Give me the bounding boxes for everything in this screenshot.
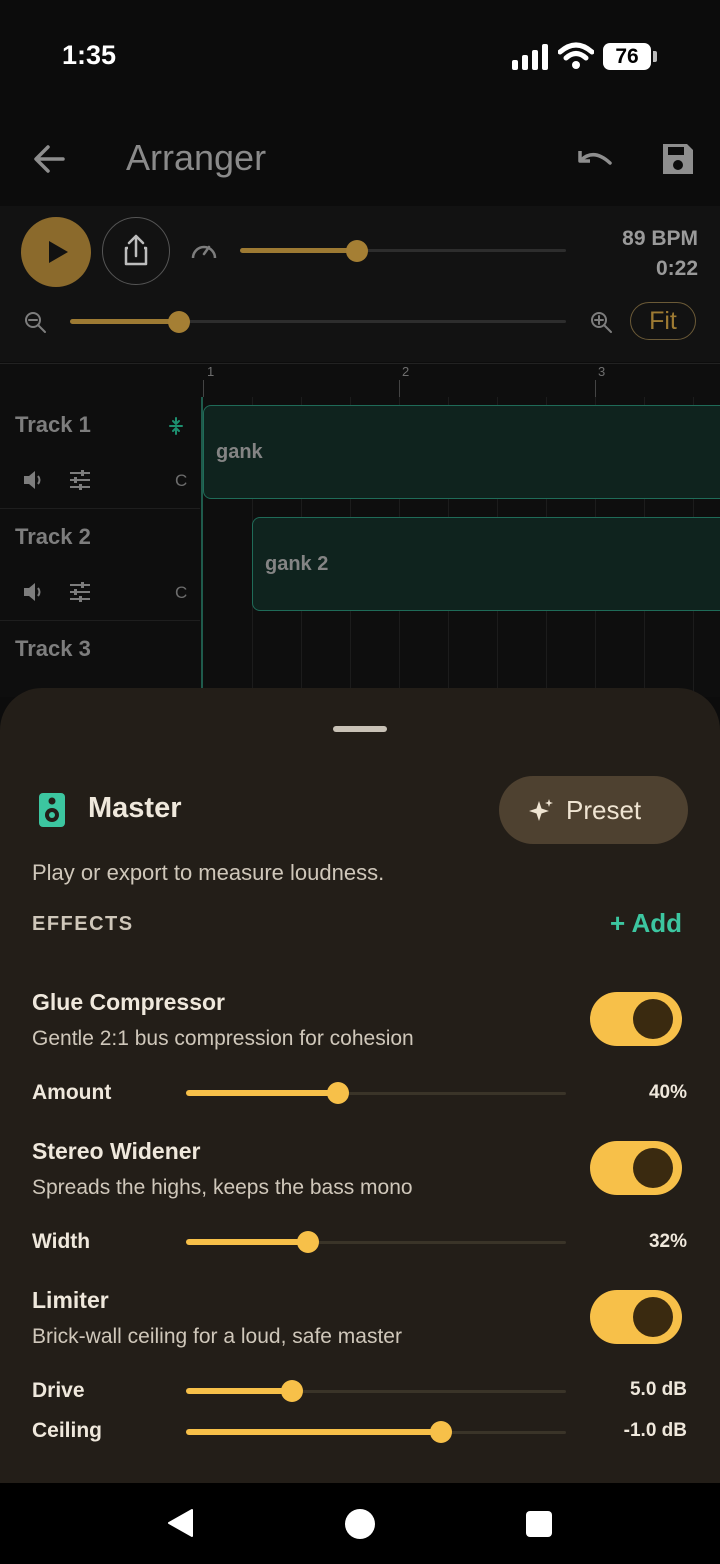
time-position: 0:22 [655,257,698,280]
add-effect-button[interactable]: + Add [610,908,682,939]
timeline-ruler [0,363,720,398]
track-name[interactable]: Track 3 [15,636,91,662]
param-value: 32% [648,1231,687,1252]
page-title: Arranger [126,137,267,178]
param-label: Amount [32,1081,112,1104]
play-icon [49,241,68,263]
ruler-tick [595,380,596,397]
effect-toggle[interactable] [590,1141,682,1195]
battery-cap [653,51,657,62]
nav-back-icon[interactable] [166,1508,194,1538]
tempo-slider-fill [240,248,358,253]
ruler-tick [203,380,204,397]
undo-icon[interactable] [574,145,616,175]
param-slider-thumb[interactable] [429,1421,452,1443]
clip-label: gank [216,441,263,463]
wifi-icon [558,42,594,69]
effect-description: Gentle 2:1 bus compression for cohesion [32,1027,414,1050]
play-button[interactable] [21,217,91,287]
effect-title: Stereo Widener [32,1138,201,1164]
param-slider-fill [186,1429,441,1435]
param-slider-fill [186,1090,338,1096]
lane-divider [0,620,200,621]
arrow-left-icon[interactable] [32,142,66,176]
master-title: Master [88,792,182,824]
clip-label: gank 2 [265,553,329,575]
track-name[interactable]: Track 1 [15,412,91,438]
effect-title: Limiter [32,1287,109,1313]
tempo-readout: 89 BPM 0:22 [622,224,698,284]
ruler-mark: 1 [207,364,215,379]
toggle-thumb [633,1148,673,1188]
loudness-hint: Play or export to measure loudness. [32,860,385,885]
effect-description: Brick-wall ceiling for a loud, safe mast… [32,1325,402,1348]
signal-icon [512,44,548,70]
zoom-slider-fill [70,319,180,324]
sheet-drag-handle[interactable] [333,726,387,732]
mixer-icon[interactable] [68,469,92,491]
effects-heading: EFFECTS [32,913,134,935]
status-time: 1:35 [62,40,117,70]
param-value: -1.0 dB [623,1420,687,1441]
effect-toggle[interactable] [590,1290,682,1344]
save-icon[interactable] [660,141,696,177]
param-slider-fill [186,1388,293,1394]
track-pan[interactable]: C [175,583,187,603]
param-slider-fill [186,1239,308,1245]
sparkle-icon [529,799,553,821]
zoom-in-icon[interactable] [590,311,614,335]
ruler-tick [399,380,400,397]
lane-divider [0,508,200,509]
tempo-icon [191,245,217,259]
track-pan[interactable]: C [175,471,187,491]
fit-button[interactable]: Fit [630,302,696,340]
param-value: 5.0 dB [629,1379,687,1400]
effect-title: Glue Compressor [32,989,225,1015]
param-label: Width [32,1230,91,1253]
toggle-thumb [633,1297,673,1337]
nav-recents-icon[interactable] [525,1510,553,1538]
export-button[interactable] [102,217,170,285]
volume-icon[interactable] [22,581,46,603]
effect-toggle[interactable] [590,992,682,1046]
param-label: Ceiling [32,1419,103,1442]
track-name[interactable]: Track 2 [15,524,91,550]
ruler-mark: 2 [402,364,410,379]
speaker-icon [39,793,65,827]
preset-label: Preset [566,795,642,825]
zoom-out-icon[interactable] [24,311,48,335]
effect-description: Spreads the highs, keeps the bass mono [32,1176,413,1199]
zoom-slider-thumb[interactable] [168,311,191,333]
param-value: 40% [648,1082,687,1103]
mixer-icon[interactable] [68,581,92,603]
ruler-mark: 3 [598,364,606,379]
nav-home-icon[interactable] [344,1508,376,1540]
volume-icon[interactable] [22,469,46,491]
share-icon [124,234,148,266]
resize-handle-icon[interactable] [166,416,186,436]
param-label: Drive [32,1379,85,1402]
param-slider-thumb[interactable] [296,1231,319,1253]
battery-indicator: 76 [603,43,651,70]
bpm-label: 89 BPM [622,227,698,250]
param-slider-thumb[interactable] [327,1082,349,1104]
clip[interactable] [203,405,720,499]
toggle-thumb [633,999,673,1039]
